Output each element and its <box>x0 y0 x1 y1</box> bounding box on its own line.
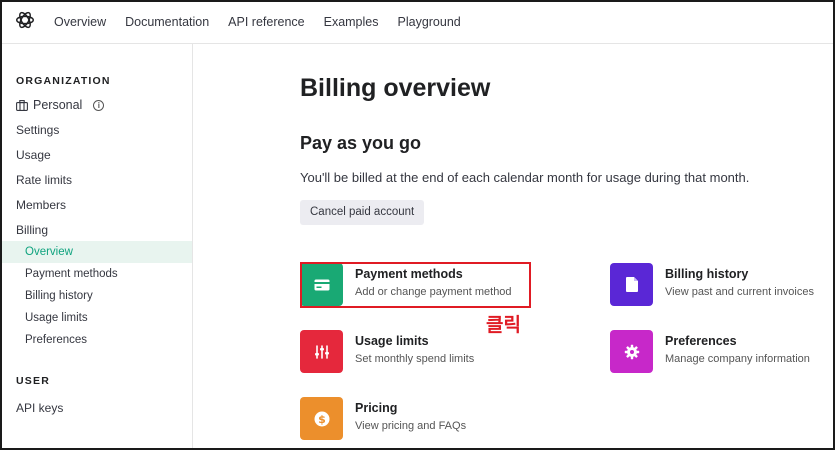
dollar-icon: $ <box>300 397 343 440</box>
sidebar-item-settings[interactable]: Settings <box>16 123 59 137</box>
card-title: Pricing <box>355 401 398 415</box>
sliders-icon <box>300 330 343 373</box>
page-title: Billing overview <box>300 74 491 102</box>
card-title: Preferences <box>665 334 737 348</box>
info-icon[interactable]: i <box>93 99 105 111</box>
sidebar-item-rate-limits[interactable]: Rate limits <box>16 173 72 187</box>
sidebar-item-api-keys[interactable]: API keys <box>16 401 63 415</box>
sidebar: ORGANIZATION Personal i Settings Usage R… <box>0 44 193 450</box>
top-nav-links: Overview Documentation API reference Exa… <box>54 0 480 44</box>
card-payment-methods[interactable]: Payment methods Add or change payment me… <box>300 263 530 307</box>
nav-api-reference[interactable]: API reference <box>228 15 304 29</box>
sidebar-item-members[interactable]: Members <box>16 198 66 212</box>
sidebar-subitem-overview[interactable]: Overview <box>25 246 73 258</box>
card-title: Payment methods <box>355 267 463 281</box>
card-preferences[interactable]: Preferences Manage company information <box>610 330 835 374</box>
org-name: Personal <box>33 98 83 112</box>
sidebar-subitem-usage-limits[interactable]: Usage limits <box>25 312 88 324</box>
section-title: Pay as you go <box>300 133 422 153</box>
sidebar-subitem-preferences[interactable]: Preferences <box>25 334 87 346</box>
card-subtitle: Add or change payment method <box>355 286 512 298</box>
sidebar-subitem-payment-methods[interactable]: Payment methods <box>25 268 118 280</box>
nav-playground[interactable]: Playground <box>398 15 461 29</box>
top-nav: Overview Documentation API reference Exa… <box>0 0 835 44</box>
main-content: Billing overview Pay as you go You'll be… <box>300 44 835 450</box>
nav-overview[interactable]: Overview <box>54 15 106 29</box>
card-title: Billing history <box>665 267 749 281</box>
billing-description: You'll be billed at the end of each cale… <box>300 170 750 185</box>
annotation-click-label: 클릭 <box>486 315 521 336</box>
openai-logo-icon[interactable] <box>14 9 36 31</box>
gear-icon <box>610 330 653 373</box>
card-title: Usage limits <box>355 334 429 348</box>
document-icon <box>610 263 653 306</box>
sidebar-heading-user: USER <box>16 375 50 387</box>
sidebar-subitem-billing-history[interactable]: Billing history <box>25 290 93 302</box>
org-selector[interactable]: Personal i <box>16 98 105 112</box>
nav-examples[interactable]: Examples <box>324 15 379 29</box>
sidebar-heading-organization: ORGANIZATION <box>16 75 111 87</box>
card-subtitle: Manage company information <box>665 353 810 365</box>
svg-text:$: $ <box>318 413 326 426</box>
nav-documentation[interactable]: Documentation <box>125 15 209 29</box>
card-pricing[interactable]: $ Pricing View pricing and FAQs <box>300 397 530 441</box>
credit-card-icon <box>300 263 343 306</box>
card-subtitle: Set monthly spend limits <box>355 353 475 365</box>
cancel-paid-account-button[interactable]: Cancel paid account <box>300 200 425 225</box>
card-subtitle: View pricing and FAQs <box>355 420 467 432</box>
sidebar-item-usage[interactable]: Usage <box>16 148 51 162</box>
card-billing-history[interactable]: Billing history View past and current in… <box>610 263 835 307</box>
card-subtitle: View past and current invoices <box>665 286 814 298</box>
sidebar-item-billing[interactable]: Billing <box>16 223 48 237</box>
briefcase-icon <box>16 99 28 111</box>
